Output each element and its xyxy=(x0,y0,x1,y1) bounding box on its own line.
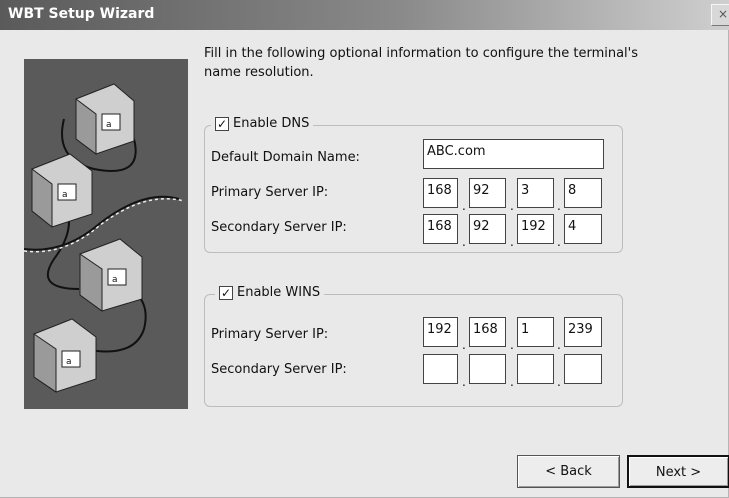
wins-primary-ip-2[interactable]: 168 xyxy=(469,317,506,347)
dns-secondary-ip-4[interactable]: 4 xyxy=(564,214,602,244)
title-bar: WBT Setup Wizard × xyxy=(0,0,729,30)
network-illustration: a a a a xyxy=(23,59,188,409)
dns-checkmark: ✓ xyxy=(215,116,229,131)
back-button[interactable]: < Back xyxy=(517,455,620,488)
svg-text:a: a xyxy=(112,275,118,285)
dns-secondary-label: Secondary Server IP: xyxy=(211,220,347,235)
enable-wins-label: Enable WINS xyxy=(237,285,321,300)
computer-terminal-icon: a xyxy=(79,238,143,312)
ip-dot: . xyxy=(557,199,561,213)
dns-secondary-ip-3[interactable]: 192 xyxy=(517,214,554,244)
dns-primary-ip-2[interactable]: 92 xyxy=(469,178,506,208)
dns-secondary-ip-1[interactable]: 168 xyxy=(423,214,458,244)
ip-dot: . xyxy=(557,338,561,352)
domain-name-label: Default Domain Name: xyxy=(211,150,360,165)
wins-primary-ip-4[interactable]: 239 xyxy=(564,317,602,347)
wizard-window: WBT Setup Wizard × a a a a Fill in the f… xyxy=(0,0,729,498)
enable-dns-label: Enable DNS xyxy=(233,116,310,131)
ip-dot: . xyxy=(510,375,514,389)
network-cable-icon: a a a a xyxy=(23,83,185,393)
ip-dot: . xyxy=(462,338,466,352)
ip-dot: . xyxy=(462,199,466,213)
computer-terminal-icon: a xyxy=(33,318,97,393)
dns-primary-label: Primary Server IP: xyxy=(211,185,329,200)
ip-dot: . xyxy=(510,199,514,213)
wins-checkmark: ✓ xyxy=(219,285,233,300)
svg-text:a: a xyxy=(106,120,112,130)
wins-secondary-ip-1[interactable] xyxy=(423,354,458,384)
svg-text:a: a xyxy=(66,357,72,367)
ip-dot: . xyxy=(557,375,561,389)
dns-secondary-ip-2[interactable]: 92 xyxy=(469,214,506,244)
dns-primary-ip-3[interactable]: 3 xyxy=(517,178,554,208)
ip-dot: . xyxy=(510,235,514,249)
wins-secondary-label: Secondary Server IP: xyxy=(211,362,347,377)
computer-terminal-icon: a xyxy=(31,153,93,229)
enable-dns-checkbox[interactable]: ✓ Enable DNS xyxy=(211,116,314,131)
dns-primary-ip-4[interactable]: 8 xyxy=(564,178,602,208)
window-title: WBT Setup Wizard xyxy=(8,6,155,22)
close-icon[interactable]: × xyxy=(711,4,729,26)
ip-dot: . xyxy=(557,235,561,249)
wins-secondary-ip-4[interactable] xyxy=(564,354,602,384)
ip-dot: . xyxy=(462,235,466,249)
wins-secondary-ip-3[interactable] xyxy=(517,354,554,384)
wins-secondary-ip-2[interactable] xyxy=(469,354,506,384)
ip-dot: . xyxy=(462,375,466,389)
instructions-text: Fill in the following optional informati… xyxy=(204,46,639,80)
computer-terminal-icon: a xyxy=(75,83,135,155)
svg-text:a: a xyxy=(62,190,68,200)
dns-primary-ip-1[interactable]: 168 xyxy=(423,178,458,208)
wins-primary-ip-3[interactable]: 1 xyxy=(517,317,554,347)
wins-primary-label: Primary Server IP: xyxy=(211,327,329,342)
ip-dot: . xyxy=(510,338,514,352)
wins-primary-ip-1[interactable]: 192 xyxy=(423,317,458,347)
domain-name-input[interactable]: ABC.com xyxy=(423,139,604,169)
next-button[interactable]: Next > xyxy=(627,455,729,488)
enable-wins-checkbox[interactable]: ✓ Enable WINS xyxy=(215,285,325,300)
